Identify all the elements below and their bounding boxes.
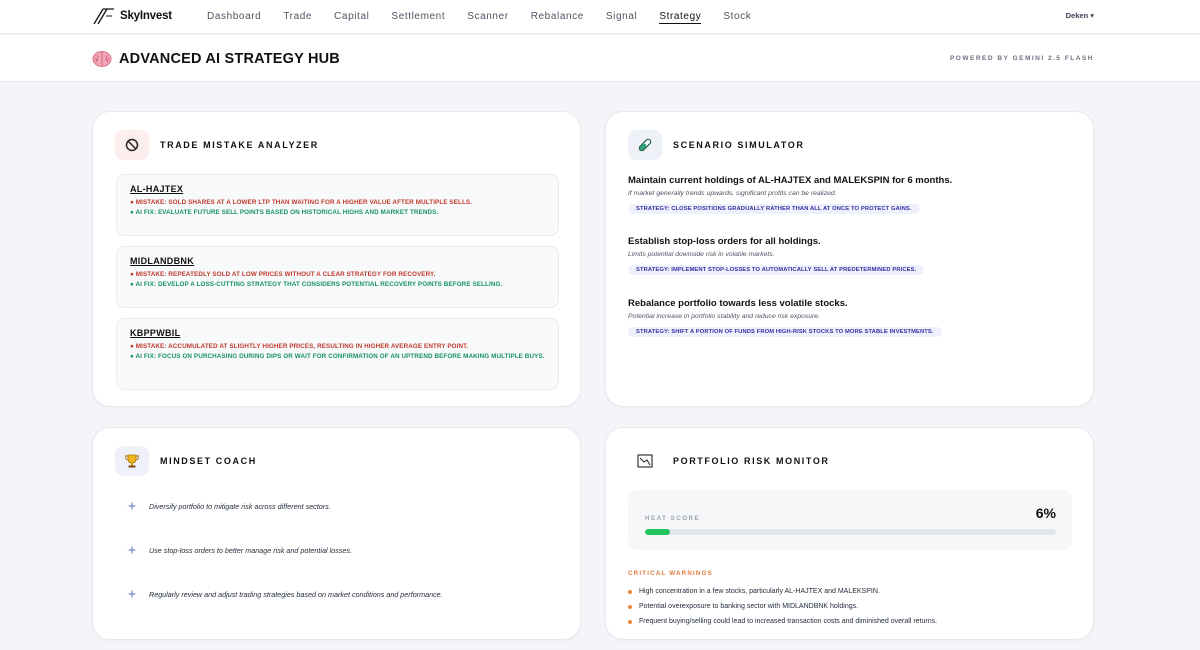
heat-score-value: 6% [1035, 505, 1056, 521]
mindset-coach-card: MINDSET COACH Diversify portfolio to mit… [92, 427, 581, 640]
mindset-tip: Regularly review and adjust trading stra… [127, 589, 443, 599]
mistake-item-kbppwbil[interactable]: KBPPWBIL ● MISTAKE: ACCUMULATED AT SLIGH… [116, 318, 559, 390]
scenario-item[interactable]: Rebalance portfolio towards less volatil… [628, 298, 1068, 338]
tip-text: Diversify portfolio to mitigate risk acr… [149, 501, 331, 511]
warning-text: Potential overexposure to banking sector… [639, 603, 859, 610]
nav-item-settlement[interactable]: Settlement [391, 0, 445, 34]
mistake-text: ● MISTAKE: REPEATEDLY SOLD AT LOW PRICES… [130, 271, 436, 278]
heat-score-label: HEAT SCORE [645, 515, 701, 522]
page-header: ADVANCED AI STRATEGY HUB POWERED BY GEMI… [0, 35, 1200, 82]
nav-item-dashboard[interactable]: Dashboard [207, 0, 261, 34]
nav-item-stock[interactable]: Stock [723, 0, 751, 34]
mistake-ticker: KBPPWBIL [130, 328, 181, 338]
trade-mistake-analyzer-card: TRADE MISTAKE ANALYZER AL-HAJTEX ● MISTA… [92, 111, 581, 407]
warning-item: Potential overexposure to banking sector… [628, 599, 937, 614]
card-title: SCENARIO SIMULATOR [673, 140, 805, 150]
powered-by: POWERED BY GEMINI 2.5 FLASH [949, 55, 1094, 62]
scenario-item[interactable]: Maintain current holdings of AL-HAJTEX a… [628, 175, 1068, 215]
ai-fix-text: ● AI FIX: FOCUS ON PURCHASING DURING DIP… [130, 353, 545, 360]
mindset-tip: Diversify portfolio to mitigate risk acr… [127, 501, 331, 511]
brand-name: SkyInvest [120, 10, 172, 22]
scenario-subtitle: Potential increase in portfolio stabilit… [628, 313, 820, 320]
nav-item-signal[interactable]: Signal [606, 0, 637, 34]
warning-text: Frequent buying/selling could lead to in… [639, 618, 938, 625]
nav-item-scanner[interactable]: Scanner [467, 0, 508, 34]
icon-box [115, 130, 149, 160]
sparkle-icon [127, 589, 137, 599]
warning-item: High concentration in a few stocks, part… [628, 584, 937, 599]
scenario-subtitle: Limits potential downside risk in volati… [628, 251, 775, 258]
test-tube-icon [638, 138, 652, 152]
top-nav: SkyInvest Dashboard Trade Capital Settle… [0, 0, 1200, 34]
scenario-item[interactable]: Establish stop-loss orders for all holdi… [628, 236, 1068, 276]
scenario-simulator-card: SCENARIO SIMULATOR Maintain current hold… [605, 111, 1094, 407]
mistake-text: ● MISTAKE: ACCUMULATED AT SLIGHTLY HIGHE… [130, 343, 469, 350]
nav-item-strategy[interactable]: Strategy [659, 0, 702, 34]
brand-logo-icon [93, 8, 114, 25]
brain-icon [92, 51, 112, 67]
trophy-icon [125, 454, 139, 468]
page-title: ADVANCED AI STRATEGY HUB [119, 51, 340, 67]
chart-frame-icon [637, 454, 653, 468]
warning-dot-icon [628, 589, 632, 594]
brand[interactable]: SkyInvest [92, 6, 172, 26]
user-menu[interactable]: Deken ▾ [1066, 11, 1094, 20]
tip-text: Use stop-loss orders to better manage ri… [149, 545, 352, 555]
heat-score-fill [645, 529, 670, 535]
mistake-list: AL-HAJTEX ● MISTAKE: SOLD SHARES AT A LO… [116, 174, 559, 400]
scenario-title: Establish stop-loss orders for all holdi… [628, 236, 821, 247]
strategy-badge: STRATEGY: CLOSE POSITIONS GRADUALLY RATH… [628, 204, 920, 214]
mistake-ticker: MIDLANDBNK [130, 256, 194, 266]
critical-warnings-title: CRITICAL WARNINGS [628, 570, 713, 577]
sparkle-icon [127, 545, 137, 555]
nav-items: Dashboard Trade Capital Settlement Scann… [207, 0, 773, 34]
scenario-title: Rebalance portfolio towards less volatil… [628, 298, 848, 309]
mistake-text: ● MISTAKE: SOLD SHARES AT A LOWER LTP TH… [130, 199, 473, 206]
mistake-item-midlandbnk[interactable]: MIDLANDBNK ● MISTAKE: REPEATEDLY SOLD AT… [116, 246, 559, 308]
warnings-list: High concentration in a few stocks, part… [628, 584, 937, 629]
nav-item-rebalance[interactable]: Rebalance [531, 0, 584, 34]
heat-score-track [645, 529, 1056, 535]
icon-box [115, 446, 149, 476]
card-title: MINDSET COACH [160, 456, 257, 466]
mistake-item-al-hajtex[interactable]: AL-HAJTEX ● MISTAKE: SOLD SHARES AT A LO… [116, 174, 559, 236]
portfolio-risk-monitor-card: PORTFOLIO RISK MONITOR HEAT SCORE 6% CRI… [605, 427, 1094, 640]
warning-dot-icon [628, 619, 632, 624]
warning-dot-icon [628, 604, 632, 609]
nav-item-capital[interactable]: Capital [334, 0, 369, 34]
card-title: TRADE MISTAKE ANALYZER [160, 140, 319, 150]
card-header: SCENARIO SIMULATOR [628, 130, 804, 160]
mistake-ticker: AL-HAJTEX [130, 184, 184, 194]
ai-fix-text: ● AI FIX: DEVELOP A LOSS-CUTTING STRATEG… [130, 281, 503, 288]
card-header: MINDSET COACH [115, 446, 257, 476]
heat-score-panel: HEAT SCORE 6% [628, 490, 1072, 550]
ai-fix-text: ● AI FIX: EVALUATE FUTURE SELL POINTS BA… [130, 209, 439, 216]
strategy-badge: STRATEGY: IMPLEMENT STOP-LOSSES TO AUTOM… [628, 265, 925, 275]
nav-item-trade[interactable]: Trade [283, 0, 312, 34]
scenario-title: Maintain current holdings of AL-HAJTEX a… [628, 175, 953, 186]
sparkle-icon [127, 501, 137, 511]
strategy-badge: STRATEGY: SHIFT A PORTION OF FUNDS FROM … [628, 327, 942, 337]
warning-text: High concentration in a few stocks, part… [639, 588, 880, 595]
warning-item: Frequent buying/selling could lead to in… [628, 614, 937, 629]
no-entry-icon [125, 138, 139, 152]
card-header: PORTFOLIO RISK MONITOR [628, 446, 830, 476]
icon-box [628, 446, 662, 476]
icon-box [628, 130, 662, 160]
card-header: TRADE MISTAKE ANALYZER [115, 130, 319, 160]
mindset-tip: Use stop-loss orders to better manage ri… [127, 545, 352, 555]
tip-text: Regularly review and adjust trading stra… [149, 589, 443, 599]
card-title: PORTFOLIO RISK MONITOR [673, 456, 830, 466]
scenario-subtitle: If market generally trends upwards, sign… [628, 190, 837, 197]
